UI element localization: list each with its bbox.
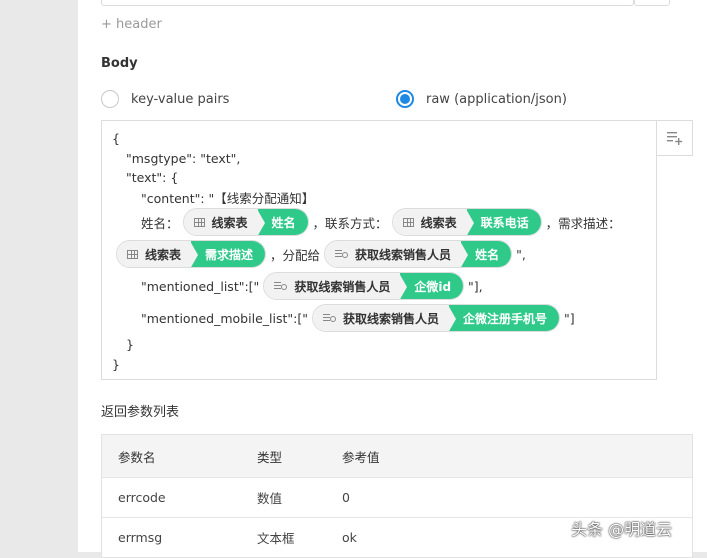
field-tag-sales-wecom-mobile[interactable]: 获取线索销售人员 企微注册手机号 (311, 304, 560, 332)
tag-source: 获取线索销售人员 (355, 247, 452, 262)
field-tag-lead-name[interactable]: 线索表 姓名 (182, 208, 309, 236)
field-tag-lead-phone[interactable]: 线索表 联系电话 (391, 208, 542, 236)
code-line-with-fields: "mentioned_list":[" 获取线索销售人员 企微id "], (141, 272, 483, 300)
add-header-link[interactable]: + header (101, 17, 162, 32)
tag-source: 线索表 (420, 215, 457, 230)
tag-source: 获取线索销售人员 (294, 279, 391, 294)
column-header: 参数名 (118, 449, 156, 465)
column-header: 类型 (257, 449, 283, 465)
field-tag-sales-wecom-id[interactable]: 获取线索销售人员 企微id (263, 272, 465, 300)
column-header: 参考值 (342, 449, 380, 465)
table-header-row: 参数名 类型 参考值 (102, 435, 692, 477)
table-icon (193, 217, 205, 227)
radio-raw-json[interactable]: raw (application/json) (396, 90, 567, 108)
table-row: errcode 数值 0 (102, 477, 692, 517)
radio-key-value[interactable]: key-value pairs (101, 90, 229, 108)
code-line: { (112, 130, 120, 146)
radio-key-value-circle[interactable] (101, 90, 119, 108)
code-text: 姓名： (141, 215, 179, 231)
code-line: } (112, 356, 120, 372)
tag-field: 姓名 (256, 209, 308, 235)
code-line: } (126, 336, 134, 352)
query-record-icon (335, 249, 349, 259)
radio-key-value-label: key-value pairs (131, 91, 230, 107)
radio-raw-json-label: raw (application/json) (426, 91, 567, 107)
json-body-editor[interactable]: { "msgtype": "text", "text": { "content"… (101, 120, 657, 380)
param-name-cell: errcode (118, 490, 166, 505)
tag-source: 线索表 (211, 215, 248, 230)
webhook-config-panel: + header Body key-value pairs raw (appli… (78, 0, 707, 558)
code-line-with-fields: 线索表 需求描述 ，分配给 获取线索销售人员 姓名 ", (112, 240, 526, 268)
watermark-text: 头条 @明道云 (571, 520, 673, 539)
code-text: "mentioned_list":[" (141, 278, 260, 294)
tag-field: 姓名 (460, 241, 512, 267)
tag-source: 获取线索销售人员 (342, 311, 439, 326)
code-line: "content": "【线索分配通知】 (141, 190, 315, 206)
param-type-cell: 数值 (257, 491, 283, 506)
param-type-cell: 文本框 (257, 531, 295, 546)
field-tag-sales-name[interactable]: 获取线索销售人员 姓名 (324, 240, 513, 268)
code-text: "], (468, 278, 483, 294)
tag-field: 联系电话 (465, 209, 541, 235)
code-text: ，分配给 (270, 247, 321, 263)
code-line-with-fields: "mentioned_mobile_list":[" 获取线索销售人员 企微注册… (141, 304, 575, 332)
code-text: ", (516, 246, 526, 262)
return-params-title: 返回参数列表 (101, 405, 180, 420)
code-text: "] (563, 310, 575, 326)
table-icon (127, 249, 138, 259)
code-text: ，需求描述： (545, 215, 621, 231)
code-text: "mentioned_mobile_list":[" (141, 310, 308, 326)
insert-field-button[interactable] (656, 120, 693, 156)
query-record-icon (322, 313, 337, 323)
header-input[interactable] (101, 0, 634, 6)
header-remove-button[interactable] (634, 0, 670, 6)
body-section-title: Body (101, 56, 138, 71)
param-name-cell: errmsg (118, 530, 163, 545)
query-record-icon (274, 281, 288, 291)
code-text: ，联系方式： (312, 215, 388, 231)
tag-field: 企微id (399, 273, 464, 299)
radio-raw-json-circle[interactable] (396, 90, 414, 108)
field-tag-lead-demand[interactable]: 线索表 需求描述 (116, 240, 267, 268)
tag-source: 线索表 (145, 247, 182, 262)
table-icon (402, 217, 414, 227)
code-line-with-fields: 姓名： 线索表 姓名 ，联系方式： 线索表 联系电话 ，需求描述： (141, 208, 621, 236)
insert-field-icon (666, 132, 682, 145)
tag-field: 企微注册手机号 (447, 305, 559, 331)
tag-field: 需求描述 (190, 241, 266, 267)
param-value-cell: 0 (342, 490, 350, 505)
